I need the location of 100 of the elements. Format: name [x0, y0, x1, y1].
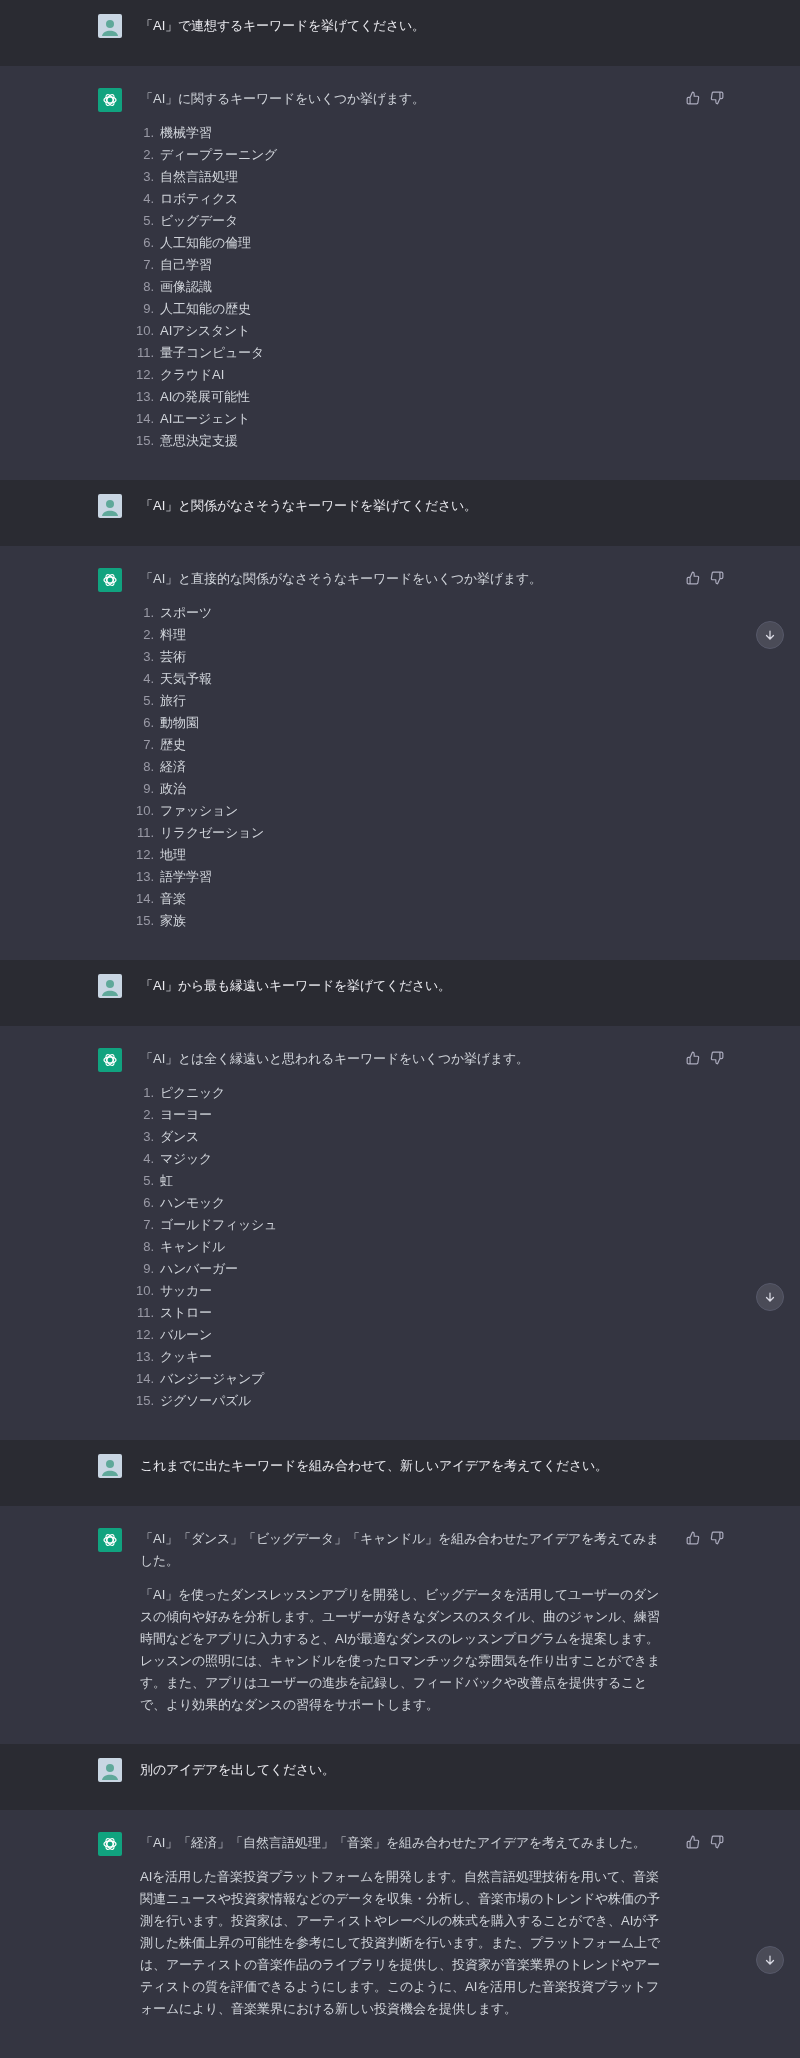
- list-number: 15.: [134, 1392, 154, 1410]
- list-number: 2.: [142, 146, 154, 164]
- list-number: 12.: [134, 846, 154, 864]
- chatbot-logo-icon: [98, 88, 122, 112]
- list-number: 8.: [142, 278, 154, 296]
- list-number: 9.: [142, 780, 154, 798]
- list-item: 音楽: [160, 890, 186, 908]
- list-item: 料理: [160, 626, 186, 644]
- thumbs-up-icon[interactable]: [686, 91, 700, 105]
- arrow-down-icon: [764, 1954, 776, 1966]
- list-item: ゴールドフィッシュ: [160, 1216, 277, 1234]
- list-item: ハンバーガー: [160, 1260, 238, 1278]
- list-item: 虹: [160, 1172, 173, 1190]
- list-item: ビッグデータ: [160, 212, 238, 230]
- list-number: 7.: [142, 1216, 154, 1234]
- list-number: 3.: [142, 648, 154, 666]
- list-item: 人工知能の歴史: [160, 300, 251, 318]
- list-item: ヨーヨー: [160, 1106, 212, 1124]
- thumbs-down-icon[interactable]: [710, 1531, 724, 1545]
- thumbs-down-icon[interactable]: [710, 571, 724, 585]
- avatar-icon: [98, 974, 122, 998]
- list-item: ストロー: [160, 1304, 212, 1322]
- list-item: 旅行: [160, 692, 186, 710]
- user-message: 「AI」と関係がなさそうなキーワードを挙げてください。: [140, 497, 478, 515]
- list-item: サッカー: [160, 1282, 212, 1300]
- list-item: バルーン: [160, 1326, 212, 1344]
- list-item: 量子コンピュータ: [160, 344, 264, 362]
- list-number: 11.: [135, 344, 154, 362]
- list-number: 9.: [142, 300, 154, 318]
- list-item: マジック: [160, 1150, 212, 1168]
- arrow-down-icon: [764, 1291, 776, 1303]
- list-number: 8.: [142, 758, 154, 776]
- list-item: 経済: [160, 758, 186, 776]
- assistant-paragraph: 「AI」を使ったダンスレッスンアプリを開発し、ビッグデータを活用してユーザーのダンスの傾向や好みを分析します。ユーザーが好きなダンスのスタイル、曲のジャンル、練習時間などをアプリに入力すると、AIが最適なダンスのレッスンプログラムを提案します。レッスンの照明には、キャンドルを使ったロマンチックな雰囲気を作り出すことができます。また、アプリはユーザーの進歩を記録し、フィードバックや改善点を提供することで、より効果的なダンスの習得をサポートします。: [140, 1586, 661, 1714]
- list-item: 自然言語処理: [160, 168, 238, 186]
- list-item: ハンモック: [160, 1194, 225, 1212]
- list-number: 4.: [142, 190, 154, 208]
- list-number: 15.: [134, 912, 154, 930]
- list-number: 10.: [134, 322, 154, 340]
- chatbot-logo-icon: [98, 1832, 122, 1856]
- list-number: 6.: [142, 234, 154, 252]
- list-number: 5.: [142, 1172, 154, 1190]
- list-item: 政治: [160, 780, 186, 798]
- thumbs-up-icon[interactable]: [686, 571, 700, 585]
- list-item: ディープラーニング: [160, 146, 277, 164]
- list-number: 11.: [135, 824, 154, 842]
- list-number: 14.: [134, 410, 154, 428]
- avatar-icon: [98, 1454, 122, 1478]
- thumbs-up-icon[interactable]: [686, 1531, 700, 1545]
- list-item: ファッション: [160, 802, 238, 820]
- list-item: 意思決定支援: [160, 432, 238, 450]
- list-item: AIの発展可能性: [160, 388, 251, 406]
- list-item: 家族: [160, 912, 186, 930]
- list-number: 4.: [142, 670, 154, 688]
- list-item: 人工知能の倫理: [160, 234, 251, 252]
- assistant-intro: 「AI」と直接的な関係がなさそうなキーワードをいくつか挙げます。: [140, 570, 544, 588]
- list-item: スポーツ: [160, 604, 212, 622]
- list-number: 10.: [134, 1282, 154, 1300]
- list-item: 機械学習: [160, 124, 212, 142]
- avatar-icon: [98, 494, 122, 518]
- list-number: 10.: [134, 802, 154, 820]
- list-number: 3.: [142, 168, 154, 186]
- chatbot-logo-icon: [98, 1528, 122, 1552]
- list-number: 8.: [142, 1238, 154, 1256]
- list-number: 5.: [142, 692, 154, 710]
- list-item: 語学学習: [160, 868, 212, 886]
- thumbs-up-icon[interactable]: [686, 1835, 700, 1849]
- list-number: 2.: [142, 1106, 154, 1124]
- assistant-intro: 「AI」「ダンス」「ビッグデータ」「キャンドル」を組み合わせたアイデアを考えてみました。: [140, 1530, 661, 1570]
- list-item: AIエージェント: [160, 410, 251, 428]
- assistant-paragraph: AIを活用した音楽投資プラットフォームを開発します。自然言語処理技術を用いて、音楽関連ニュースや投資家情報などのデータを収集・分析し、音楽市場のトレンドや株価の予測を行います。投資家は、アーティストやレーベルの株式を購入することができ、AIが予測した株価上昇の可能性を参考にして投資判断を行います。また、プラットフォーム上では、アーティストの音楽作品のライブラリを提供し、投資家が音楽業界のトレンドやアーティストの質を評価できるようにします。このように、AIを活用した音楽投資プラットフォームにより、音楽業界における新しい投資機会を提供します。: [140, 1868, 661, 2018]
- list-number: 2.: [142, 626, 154, 644]
- thumbs-down-icon[interactable]: [710, 1835, 724, 1849]
- thumbs-down-icon[interactable]: [710, 1051, 724, 1065]
- list-item: キャンドル: [160, 1238, 225, 1256]
- list-item: 自己学習: [160, 256, 212, 274]
- list-item: 歴史: [160, 736, 186, 754]
- user-message: これまでに出たキーワードを組み合わせて、新しいアイデアを考えてください。: [140, 1457, 608, 1475]
- thumbs-up-icon[interactable]: [686, 1051, 700, 1065]
- arrow-down-icon: [764, 629, 776, 641]
- list-number: 1.: [142, 604, 154, 622]
- list-number: 13.: [134, 1348, 154, 1366]
- chatbot-logo-icon: [98, 568, 122, 592]
- list-item: 天気予報: [160, 670, 212, 688]
- thumbs-down-icon[interactable]: [710, 91, 724, 105]
- list-number: 14.: [134, 1370, 154, 1388]
- list-number: 4.: [142, 1150, 154, 1168]
- list-number: 1.: [142, 124, 154, 142]
- list-number: 15.: [134, 432, 154, 450]
- user-message: 「AI」で連想するキーワードを挙げてください。: [140, 17, 426, 35]
- list-number: 7.: [142, 736, 154, 754]
- assistant-intro: 「AI」に関するキーワードをいくつか挙げます。: [140, 90, 427, 108]
- list-item: バンジージャンプ: [160, 1370, 264, 1388]
- list-item: AIアシスタント: [160, 322, 251, 340]
- list-number: 7.: [142, 256, 154, 274]
- avatar-icon: [98, 1758, 122, 1782]
- list-number: 6.: [142, 714, 154, 732]
- list-item: クッキー: [160, 1348, 212, 1366]
- list-number: 6.: [142, 1194, 154, 1212]
- list-number: 13.: [134, 388, 154, 406]
